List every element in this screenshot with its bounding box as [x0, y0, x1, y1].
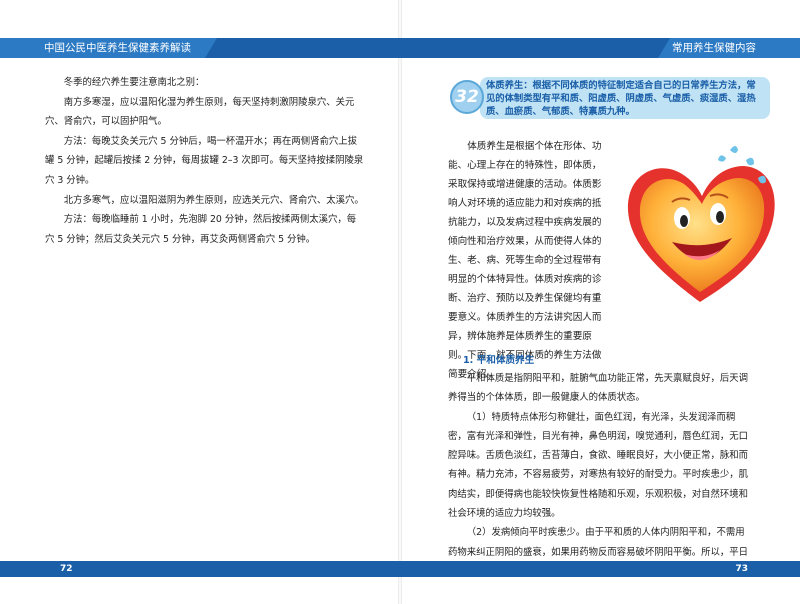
- paragraph: 南方多寒湿，应以温阳化湿为养生原则，每天坚持刺激阴陵泉穴、关元穴、肾俞穴，可以固…: [45, 96, 355, 128]
- left-page-body: 冬季的经穴养生要注意南北之别： 南方多寒湿，应以温阳化湿为养生原则，每天坚持刺激…: [45, 73, 365, 249]
- intro-text: 体质养生是根据个体在形体、功能、心理上存在的特殊性，即体质，采取保持或增进健康的…: [448, 137, 610, 384]
- paragraph: 平和体质是指阴阳平和，脏腑气血功能正常，先天禀赋良好，后天调养得当的个体体质，即…: [448, 373, 749, 404]
- left-header-bar: 中国公民中医养生保健素养解读: [0, 38, 400, 58]
- paragraph: 冬季的经穴养生要注意南北之别：: [63, 77, 205, 88]
- paragraph: （1）特质特点体形匀称健壮，面色红润，有光泽，头发润泽而稠密，富有光泽和弹性，目…: [448, 411, 749, 520]
- right-page-number: 73: [735, 564, 748, 574]
- smiling-heart-illustration: [627, 146, 775, 302]
- book-gutter: [398, 0, 402, 604]
- left-page-number: 72: [60, 564, 73, 574]
- paragraph: 体质养生是根据个体在形体、功能、心理上存在的特殊性，即体质，采取保持或增进健康的…: [448, 141, 602, 380]
- section-body: 平和体质是指阴阳平和，脏腑气血功能正常，先天禀赋良好，后天调养得当的个体体质，即…: [448, 369, 753, 581]
- left-header-title: 中国公民中医养生保健素养解读: [0, 38, 217, 58]
- right-footer-bar: 73: [400, 561, 800, 577]
- paragraph: 北方多寒气，应以温阳滋阴为养生原则，应选关元穴、肾俞穴、太溪穴。: [63, 194, 364, 206]
- section-title: 1. 平和体质养生: [463, 355, 535, 366]
- paragraph: 方法：每晚艾灸关元穴 5 分钟后，喝一杯温开水；再在两侧肾俞穴上拔罐 5 分钟，…: [45, 135, 364, 186]
- topic-number-badge: 32: [450, 80, 484, 114]
- right-header-bar: 常用养生保健内容: [400, 38, 800, 58]
- topic-banner: 体质养生：根据不同体质的特征制定适合自己的日常养生方法，常见的体制类型有平和质、…: [450, 75, 770, 121]
- banner-text: 体质养生：根据不同体质的特征制定适合自己的日常养生方法，常见的体制类型有平和质、…: [480, 77, 770, 119]
- paragraph: 方法：每晚临睡前 1 小时，先泡脚 20 分钟，然后按揉两侧太溪穴，每穴 5 分…: [45, 214, 357, 245]
- right-header-title: 常用养生保健内容: [658, 38, 800, 58]
- left-footer-bar: 72: [0, 561, 400, 577]
